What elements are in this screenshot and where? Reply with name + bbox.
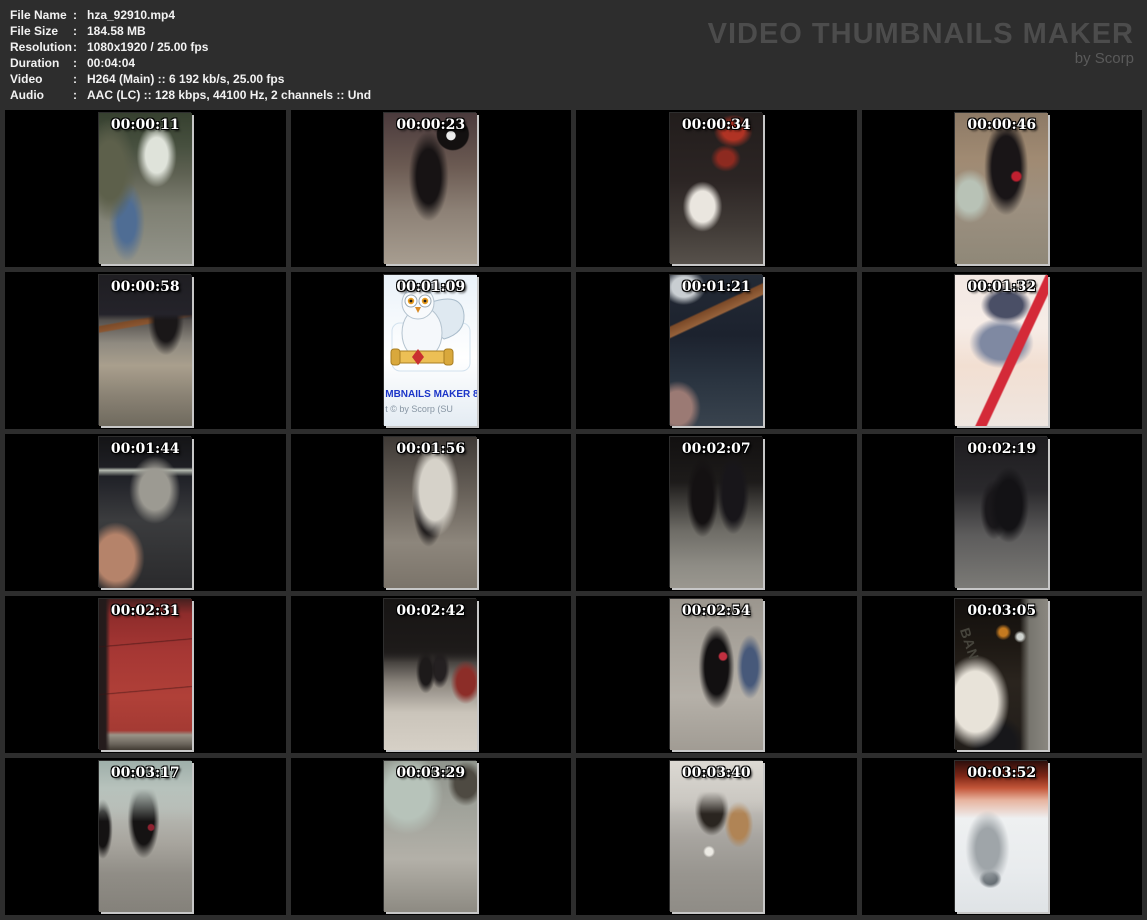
thumbnail-cell: 00:03:52 bbox=[862, 758, 1143, 915]
thumbnail-grid: 00:00:11 00:00:23 00:00:34 00:00:46 00:00:58… bbox=[5, 110, 1142, 915]
thumbnail-cell: 00:02:07 bbox=[576, 434, 857, 591]
thumbnail-cell: 00:00:23 bbox=[291, 110, 572, 267]
thumbnail-cell: 00:02:54 bbox=[576, 596, 857, 753]
thumbnail-cell: 00:01:21 bbox=[576, 272, 857, 429]
timestamp-label: 00:01:44 bbox=[85, 441, 206, 457]
app-title: VIDEO THUMBNAILS MAKER bbox=[708, 20, 1134, 49]
timestamp-label: 00:03:52 bbox=[941, 765, 1062, 781]
thumbnail-cell: 00:00:58 bbox=[5, 272, 286, 429]
vtm-contact-sheet: File Name : hza_92910.mp4 File Size : 18… bbox=[0, 0, 1147, 920]
timestamp-label: 00:00:34 bbox=[656, 117, 777, 133]
meta-row-resolution: Resolution : 1080x1920 / 25.00 fps bbox=[10, 39, 371, 55]
video-frame: BAN00:03:05 bbox=[955, 599, 1048, 750]
video-frame: 00:03:29 bbox=[384, 761, 477, 912]
owl-logo-graphic bbox=[384, 281, 477, 377]
timestamp-label: 00:01:21 bbox=[656, 279, 777, 295]
meta-label: Audio bbox=[10, 87, 73, 103]
thumbnail-cell: 00:03:29 bbox=[291, 758, 572, 915]
video-frame: 00:03:52 bbox=[955, 761, 1048, 912]
video-frame: 00:01:56 bbox=[384, 437, 477, 588]
vtm-watermark-text: MBNAILS MAKER 8 bbox=[385, 389, 477, 400]
timestamp-label: 00:02:19 bbox=[941, 441, 1062, 457]
video-frame: 00:02:54 bbox=[670, 599, 763, 750]
file-info-header: File Name : hza_92910.mp4 File Size : 18… bbox=[0, 0, 1147, 107]
meta-separator: : bbox=[73, 87, 87, 103]
meta-value: 184.58 MB bbox=[87, 23, 146, 39]
video-frame: 00:02:42 bbox=[384, 599, 477, 750]
app-watermark: VIDEO THUMBNAILS MAKER by Scorp bbox=[708, 20, 1134, 67]
meta-value: H264 (Main) :: 6 192 kb/s, 25.00 fps bbox=[87, 71, 284, 87]
video-frame: 00:02:07 bbox=[670, 437, 763, 588]
meta-row-duration: Duration : 00:04:04 bbox=[10, 55, 371, 71]
thumbnail-cell: BAN 00:03:05 bbox=[862, 596, 1143, 753]
thumbnail-cell: 00:01:44 bbox=[5, 434, 286, 591]
meta-separator: : bbox=[73, 71, 87, 87]
thumbnail-cell: 00:02:31 bbox=[5, 596, 286, 753]
meta-separator: : bbox=[73, 23, 87, 39]
vtm-copyright-text: t © by Scorp (SU bbox=[385, 404, 477, 414]
thumbnail-cell: 00:01:32 bbox=[862, 272, 1143, 429]
thumbnail-cell: 00:03:17 bbox=[5, 758, 286, 915]
timestamp-label: 00:00:58 bbox=[85, 279, 206, 295]
video-frame: 00:02:19 bbox=[955, 437, 1048, 588]
video-frame: 00:00:34 bbox=[670, 113, 763, 264]
video-frame: 00:01:32 bbox=[955, 275, 1048, 426]
video-frame: 00:00:58 bbox=[99, 275, 192, 426]
video-frame: 00:01:21 bbox=[670, 275, 763, 426]
meta-separator: : bbox=[73, 39, 87, 55]
thumbnail-cell: 00:02:42 bbox=[291, 596, 572, 753]
timestamp-label: 00:03:17 bbox=[85, 765, 206, 781]
timestamp-label: 00:02:07 bbox=[656, 441, 777, 457]
video-frame: 00:03:17 bbox=[99, 761, 192, 912]
meta-row-video: Video : H264 (Main) :: 6 192 kb/s, 25.00… bbox=[10, 71, 371, 87]
app-author: by Scorp bbox=[708, 50, 1134, 67]
meta-label: Resolution bbox=[10, 39, 73, 55]
timestamp-label: 00:02:42 bbox=[370, 603, 491, 619]
meta-separator: : bbox=[73, 55, 87, 71]
video-frame: MBNAILS MAKER 8 t © by Scorp (SU 00:01:09 bbox=[384, 275, 477, 426]
timestamp-label: 00:00:46 bbox=[941, 117, 1062, 133]
timestamp-label: 00:03:29 bbox=[370, 765, 491, 781]
timestamp-label: 00:01:09 bbox=[384, 279, 477, 295]
timestamp-label: 00:02:54 bbox=[656, 603, 777, 619]
video-frame: 00:01:44 bbox=[99, 437, 192, 588]
thumbnail-cell: 00:03:40 bbox=[576, 758, 857, 915]
meta-value: 1080x1920 / 25.00 fps bbox=[87, 39, 208, 55]
video-frame: 00:00:23 bbox=[384, 113, 477, 264]
meta-row-audio: Audio : AAC (LC) :: 128 kbps, 44100 Hz, … bbox=[10, 87, 371, 103]
thumbnail-cell: 00:02:19 bbox=[862, 434, 1143, 591]
timestamp-label: 00:02:31 bbox=[85, 603, 206, 619]
video-frame: 00:00:46 bbox=[955, 113, 1048, 264]
meta-label: File Size bbox=[10, 23, 73, 39]
timestamp-label: 00:00:11 bbox=[85, 117, 206, 133]
thumbnail-cell: 00:00:11 bbox=[5, 110, 286, 267]
timestamp-label: 00:03:40 bbox=[656, 765, 777, 781]
file-metadata: File Name : hza_92910.mp4 File Size : 18… bbox=[10, 7, 371, 103]
meta-row-filesize: File Size : 184.58 MB bbox=[10, 23, 371, 39]
meta-value: 00:04:04 bbox=[87, 55, 135, 71]
meta-label: Video bbox=[10, 71, 73, 87]
video-frame: 00:00:11 bbox=[99, 113, 192, 264]
meta-value: hza_92910.mp4 bbox=[87, 7, 175, 23]
timestamp-label: 00:01:56 bbox=[370, 441, 491, 457]
meta-row-filename: File Name : hza_92910.mp4 bbox=[10, 7, 371, 23]
video-frame: 00:02:31 bbox=[99, 599, 192, 750]
video-frame: 00:03:40 bbox=[670, 761, 763, 912]
timestamp-label: 00:00:23 bbox=[370, 117, 491, 133]
thumbnail-cell: 00:00:46 bbox=[862, 110, 1143, 267]
in-frame-text: BAN bbox=[958, 626, 982, 662]
meta-separator: : bbox=[73, 7, 87, 23]
meta-label: Duration bbox=[10, 55, 73, 71]
meta-label: File Name bbox=[10, 7, 73, 23]
thumbnail-cell: MBNAILS MAKER 8 t © by Scorp (SU 00:01:09 bbox=[291, 272, 572, 429]
meta-value: AAC (LC) :: 128 kbps, 44100 Hz, 2 channe… bbox=[87, 87, 371, 103]
thumbnail-cell: 00:01:56 bbox=[291, 434, 572, 591]
timestamp-label: 00:03:05 bbox=[941, 603, 1062, 619]
timestamp-label: 00:01:32 bbox=[941, 279, 1062, 295]
thumbnail-cell: 00:00:34 bbox=[576, 110, 857, 267]
